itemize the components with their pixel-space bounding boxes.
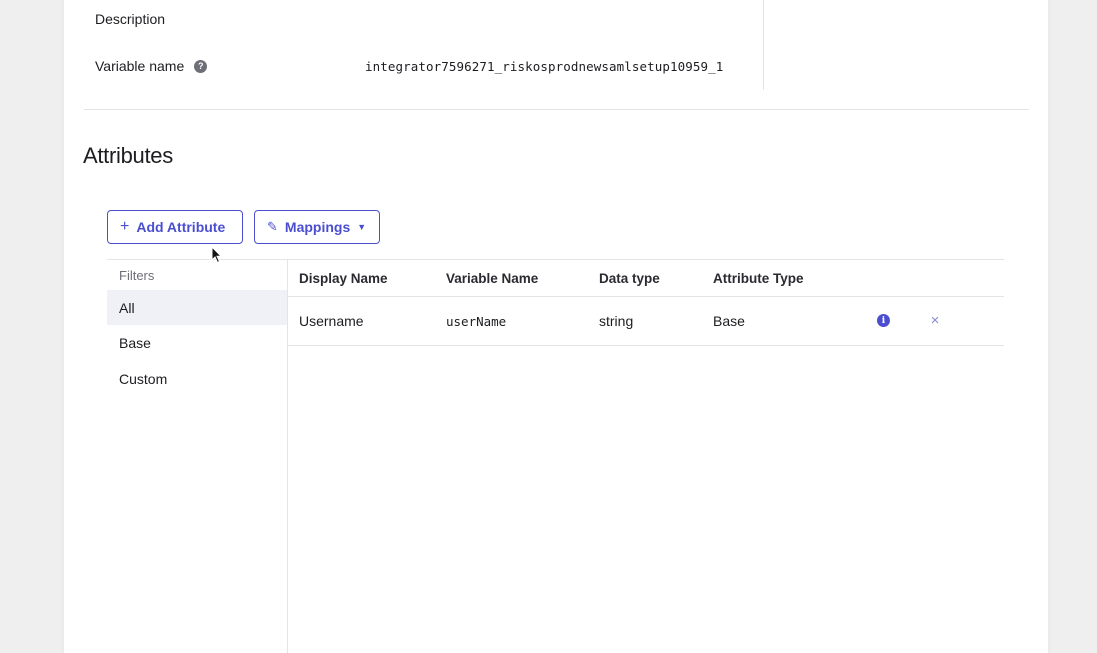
- filters-heading: Filters: [119, 268, 155, 283]
- plus-icon: +: [120, 218, 130, 235]
- add-attribute-label: Add Attribute: [136, 219, 226, 235]
- description-label: Description: [95, 11, 166, 27]
- table-header: Display Name Variable Name Data type Att…: [288, 260, 1004, 297]
- column-header-data-type[interactable]: Data type: [599, 260, 660, 296]
- variable-name-value: integrator7596271_riskosprodnewsamlsetup…: [365, 59, 724, 74]
- filter-item-base[interactable]: Base: [107, 325, 287, 360]
- cell-attribute-type: Base: [713, 313, 745, 329]
- filter-item-custom[interactable]: Custom: [107, 361, 287, 396]
- column-header-attribute-type[interactable]: Attribute Type: [713, 260, 804, 296]
- filters-sidebar: Filters All Base Custom: [107, 260, 287, 653]
- attributes-title: Attributes: [83, 143, 173, 168]
- column-divider: [763, 0, 764, 90]
- column-header-display-name[interactable]: Display Name: [299, 260, 388, 296]
- close-icon[interactable]: ×: [928, 311, 942, 329]
- section-divider: [84, 109, 1029, 110]
- filter-item-all[interactable]: All: [107, 290, 287, 325]
- settings-panel: Description Variable name ? integrator75…: [64, 0, 1048, 653]
- table-row[interactable]: Username userName string Base i ×: [288, 297, 1004, 346]
- info-icon[interactable]: i: [877, 314, 890, 327]
- mappings-dropdown-button[interactable]: ✎ Mappings ▼: [254, 210, 380, 244]
- mouse-pointer-icon: [211, 246, 223, 264]
- cell-variable-name: userName: [446, 313, 507, 329]
- chevron-down-icon: ▼: [357, 222, 367, 232]
- cell-data-type: string: [599, 313, 634, 329]
- variable-name-row: Variable name ?: [95, 58, 208, 74]
- add-attribute-button[interactable]: + Add Attribute: [107, 210, 243, 244]
- help-icon[interactable]: ?: [194, 59, 208, 73]
- pencil-icon: ✎: [267, 219, 278, 234]
- cell-display-name: Username: [299, 313, 364, 329]
- column-header-variable-name[interactable]: Variable Name: [446, 260, 538, 296]
- variable-name-label: Variable name: [95, 58, 185, 74]
- mappings-label: Mappings: [284, 219, 351, 235]
